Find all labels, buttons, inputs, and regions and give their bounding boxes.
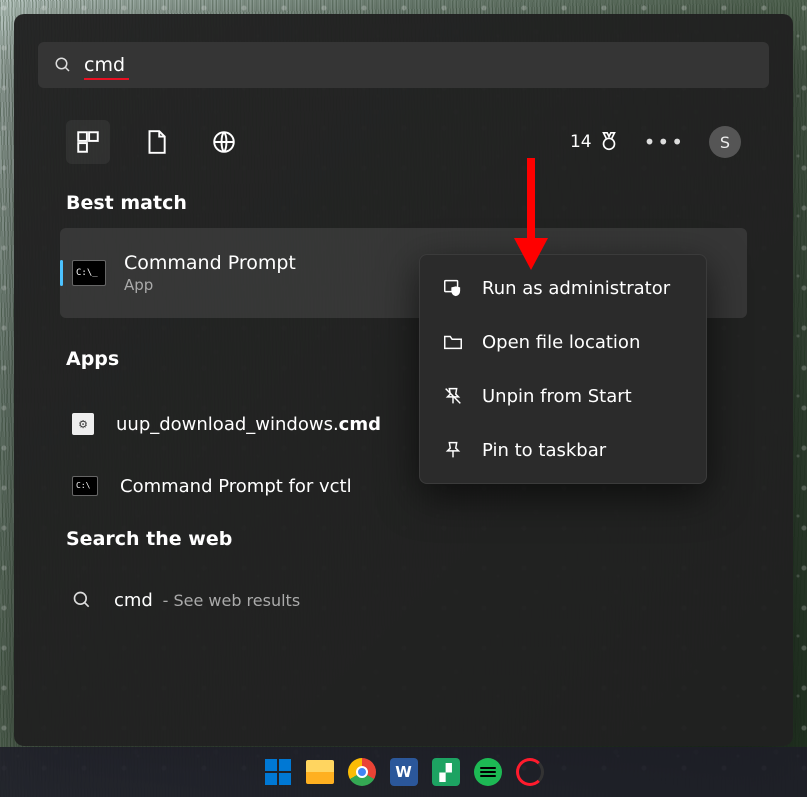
ctx-run-as-admin[interactable]: Run as administrator [420, 261, 706, 315]
search-query-text: cmd [84, 54, 125, 76]
pin-icon [442, 439, 464, 461]
opera-button[interactable] [514, 756, 546, 788]
ctx-label: Pin to taskbar [482, 440, 606, 461]
rewards-medal-icon [598, 131, 620, 153]
annotation-underline [84, 78, 129, 80]
unpin-icon [442, 385, 464, 407]
ctx-label: Run as administrator [482, 278, 670, 299]
ctx-label: Open file location [482, 332, 640, 353]
context-menu: Run as administrator Open file location … [419, 254, 707, 484]
cmd-file-icon: ⚙ [72, 413, 94, 435]
filter-documents-icon[interactable] [134, 120, 178, 164]
command-prompt-icon: C:\_ [72, 260, 106, 286]
chrome-button[interactable] [346, 756, 378, 788]
ctx-open-file-location[interactable]: Open file location [420, 315, 706, 369]
app-result-label: Command Prompt for vctl [120, 476, 352, 497]
search-input[interactable]: cmd [38, 42, 769, 88]
app-result-label: uup_download_windows.cmd [116, 414, 381, 435]
web-result-label: cmd - See web results [114, 590, 300, 611]
rewards-count: 14 [570, 132, 592, 152]
command-prompt-icon: C:\ [72, 476, 98, 496]
section-label-best-match: Best match [66, 192, 187, 214]
google-chat-button[interactable]: ▞ [430, 756, 462, 788]
filter-web-icon[interactable] [202, 120, 246, 164]
start-search-panel: cmd 14 ••• S Best match C:\_ Co [14, 14, 793, 746]
search-filter-bar: 14 ••• S [66, 112, 741, 172]
file-explorer-button[interactable] [304, 756, 336, 788]
section-label-apps: Apps [66, 348, 119, 370]
ctx-pin-to-taskbar[interactable]: Pin to taskbar [420, 423, 706, 477]
more-options-button[interactable]: ••• [638, 130, 691, 154]
word-button[interactable]: W [388, 756, 420, 788]
admin-shield-icon [442, 277, 464, 299]
web-search-result[interactable]: cmd - See web results [60, 576, 747, 624]
search-icon [54, 56, 72, 74]
ctx-unpin-from-start[interactable]: Unpin from Start [420, 369, 706, 423]
search-icon [72, 590, 92, 610]
ctx-label: Unpin from Start [482, 386, 632, 407]
spotify-button[interactable] [472, 756, 504, 788]
rewards-button[interactable]: 14 [570, 131, 620, 153]
folder-icon [442, 331, 464, 353]
avatar-initial: S [720, 133, 730, 152]
start-button[interactable] [262, 756, 294, 788]
best-match-title: Command Prompt [124, 252, 296, 274]
filter-apps-icon[interactable] [66, 120, 110, 164]
section-label-search-web: Search the web [66, 528, 232, 550]
selection-indicator [60, 260, 63, 286]
user-avatar[interactable]: S [709, 126, 741, 158]
taskbar: W ▞ [0, 747, 807, 797]
best-match-subtitle: App [124, 276, 296, 294]
